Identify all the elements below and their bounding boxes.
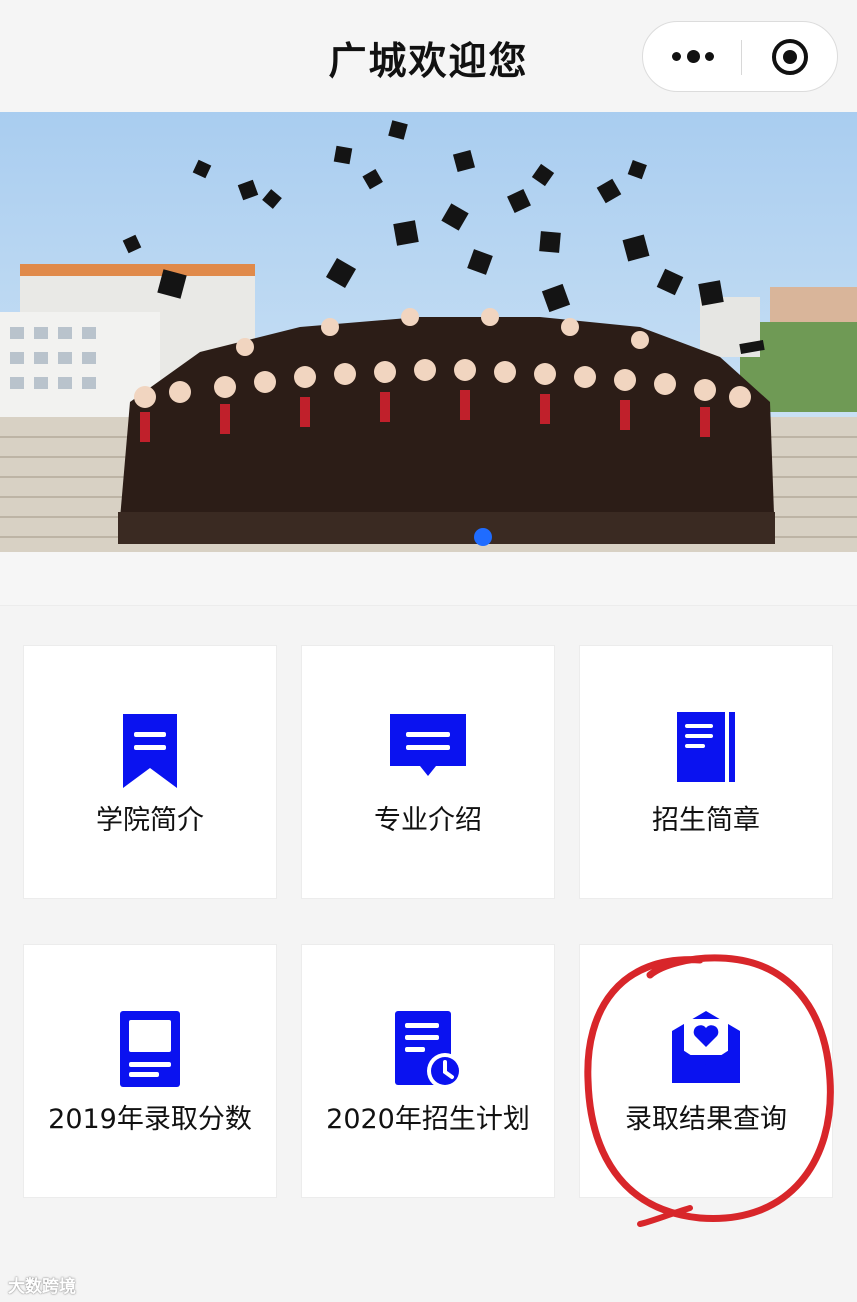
nav-bar: 广城欢迎您 <box>0 0 857 112</box>
menu-item-label: 招生简章 <box>652 805 760 836</box>
menu-item-2019-scores[interactable]: 2019年录取分数 <box>23 944 277 1198</box>
watermark-text: 大数跨境 <box>8 1277 76 1297</box>
record-circle-icon[interactable] <box>741 22 837 91</box>
menu-item-2020-plan[interactable]: 2020年招生计划 <box>301 944 555 1198</box>
menu-item-label: 专业介绍 <box>374 805 482 836</box>
menu-item-label: 录取结果查询 <box>625 1104 787 1135</box>
mini-program-capsule <box>642 21 838 92</box>
menu-item-majors[interactable]: 专业介绍 <box>301 645 555 899</box>
tablet-doc-icon <box>24 1009 276 1095</box>
section-spacer <box>0 552 857 606</box>
chat-bubble-icon <box>302 710 554 796</box>
menu-item-label: 学院简介 <box>96 805 204 836</box>
menu-item-label: 2019年录取分数 <box>48 1104 252 1135</box>
document-icon <box>580 710 832 796</box>
graduation-photo <box>0 112 857 552</box>
bookmark-list-icon <box>24 710 276 796</box>
heart-envelope-icon <box>580 1009 832 1095</box>
menu-item-college-intro[interactable]: 学院简介 <box>23 645 277 899</box>
banner-carousel[interactable] <box>0 112 857 552</box>
carousel-indicator-dot[interactable] <box>474 528 492 546</box>
doc-clock-icon <box>302 1009 554 1095</box>
menu-item-admission-result[interactable]: 录取结果查询 <box>579 944 833 1198</box>
more-dots-icon[interactable] <box>643 22 741 91</box>
menu-item-label: 2020年招生计划 <box>326 1104 530 1135</box>
menu-item-admission-guide[interactable]: 招生简章 <box>579 645 833 899</box>
